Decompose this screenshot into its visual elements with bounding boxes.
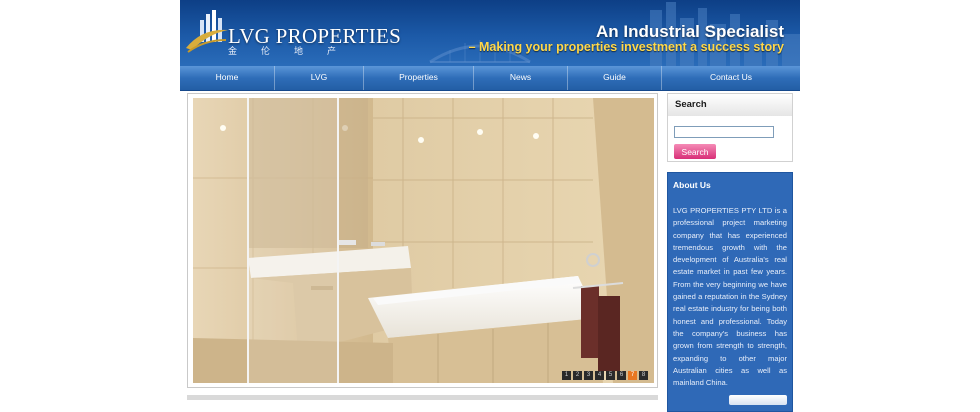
content-section-header xyxy=(187,395,658,400)
slideshow-pager: 1 2 3 4 5 6 7 8 xyxy=(562,371,648,380)
nav-item-guide[interactable]: Guide xyxy=(568,66,662,90)
search-panel: Search Search xyxy=(667,93,793,162)
pager-dot[interactable]: 6 xyxy=(617,371,626,380)
slideshow-image[interactable]: 1 2 3 4 5 6 7 8 xyxy=(193,98,654,383)
site-header: LVG PROPERTIES 金伦地产 An Industrial Specia… xyxy=(180,0,800,66)
pager-dot[interactable]: 3 xyxy=(584,371,593,380)
main-nav: Home LVG Properties News Guide Contact U… xyxy=(180,66,800,91)
pager-dot[interactable]: 2 xyxy=(573,371,582,380)
nav-item-contact-us[interactable]: Contact Us xyxy=(662,66,800,90)
about-panel: About Us LVG PROPERTIES PTY LTD is a pro… xyxy=(667,172,793,412)
brand-chinese-name: 金伦地产 xyxy=(228,46,361,56)
bathroom-photo xyxy=(193,98,654,383)
pager-dot[interactable]: 4 xyxy=(595,371,604,380)
page: LVG PROPERTIES 金伦地产 An Industrial Specia… xyxy=(180,0,800,412)
search-button[interactable]: Search xyxy=(674,144,716,159)
about-more-button[interactable] xyxy=(729,395,787,405)
pager-dot[interactable]: 5 xyxy=(606,371,615,380)
nav-item-lvg[interactable]: LVG xyxy=(275,66,364,90)
search-input[interactable] xyxy=(674,126,774,138)
tagline: An Industrial Specialist xyxy=(596,22,784,41)
pager-dot-active[interactable]: 7 xyxy=(628,371,637,380)
slideshow-frame: 1 2 3 4 5 6 7 8 xyxy=(187,93,658,388)
nav-item-news[interactable]: News xyxy=(474,66,568,90)
search-title: Search xyxy=(668,94,792,116)
nav-item-properties[interactable]: Properties xyxy=(364,66,474,90)
pager-dot[interactable]: 1 xyxy=(562,371,571,380)
nav-item-home[interactable]: Home xyxy=(180,66,275,90)
about-title: About Us xyxy=(673,180,711,190)
about-text: LVG PROPERTIES PTY LTD is a professional… xyxy=(673,206,787,388)
pager-dot[interactable]: 8 xyxy=(639,371,648,380)
logo-icon xyxy=(186,10,228,53)
subtagline: – Making your properties investment a su… xyxy=(468,40,784,54)
